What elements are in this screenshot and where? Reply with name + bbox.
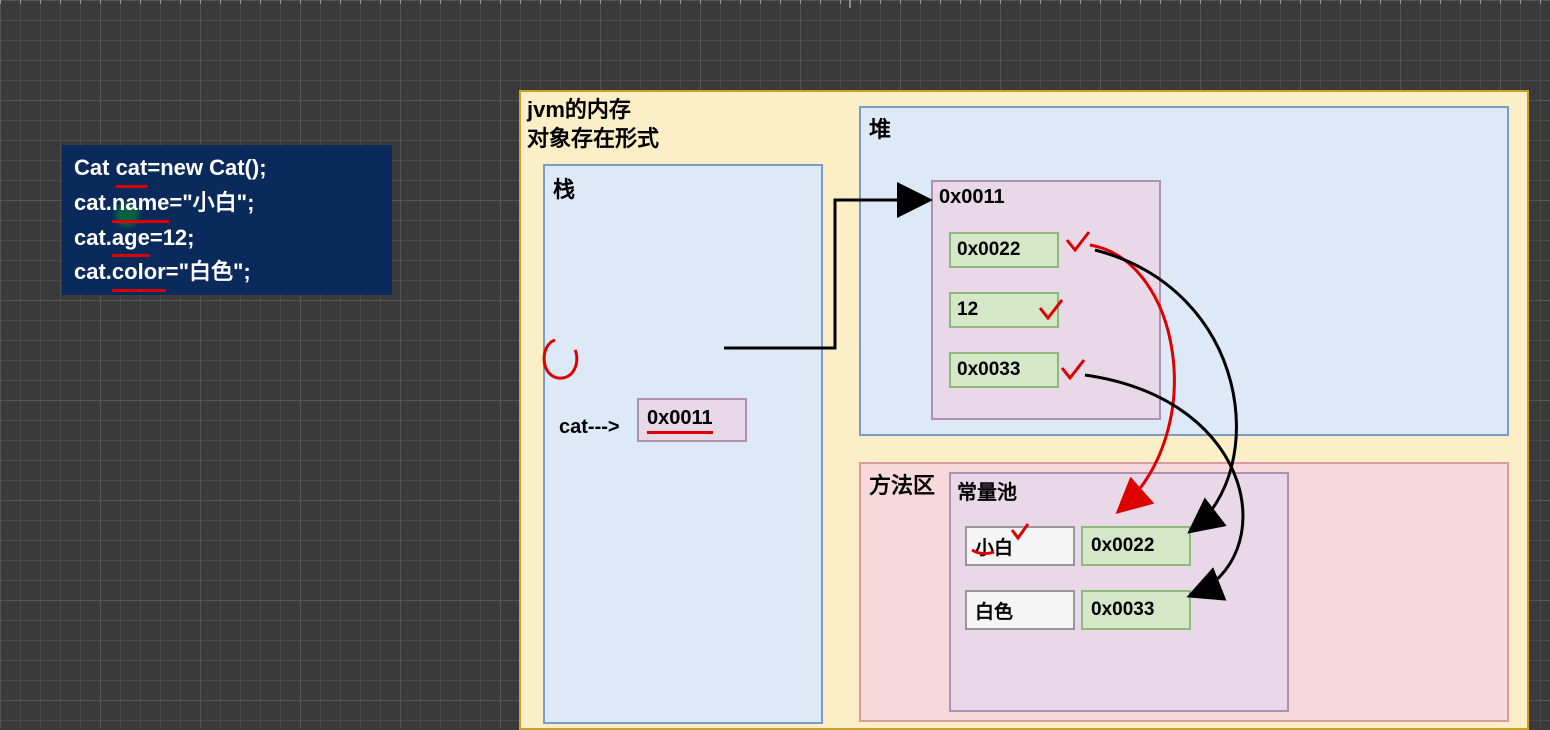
code-text-underlined: cat	[116, 153, 148, 188]
pool-addr-cell: 0x0033	[1081, 590, 1191, 630]
panel-title: jvm的内存 对象存在形式	[527, 96, 659, 153]
constant-pool-title: 常量池	[957, 476, 1017, 505]
code-line-3: cat.age=12;	[74, 223, 380, 258]
heap-title: 堆	[869, 112, 891, 144]
code-text: ="小白";	[169, 190, 254, 215]
code-text: =new Cat();	[147, 155, 266, 180]
heap-object-address: 0x0011	[939, 186, 1005, 209]
heap-field-name-addr: 0x0022	[949, 232, 1059, 268]
ruler-top	[0, 0, 1550, 4]
code-text: =12;	[150, 225, 195, 250]
pool-value-cell: 白色	[965, 590, 1075, 630]
pool-addr-cell: 0x0022	[1081, 526, 1191, 566]
code-text: cat.	[74, 225, 112, 250]
constant-pool-row: 白色 0x0033	[965, 590, 1191, 630]
code-line-1: Cat cat=new Cat();	[74, 153, 380, 188]
heap-box: 堆 0x0011 0x0022 12 0x0033	[859, 106, 1509, 436]
code-text-underlined: age	[112, 223, 150, 258]
panel-title-line: 对象存在形式	[527, 125, 659, 154]
code-text: ="白色";	[166, 259, 251, 284]
method-area-box: 方法区 常量池 小白 0x0022 白色 0x0033	[859, 462, 1509, 722]
pool-value: 小白	[975, 533, 1013, 560]
heap-object-box: 0x0011 0x0022 12 0x0033	[931, 180, 1161, 420]
stack-title: 栈	[553, 172, 575, 204]
method-area-title: 方法区	[869, 468, 935, 500]
stack-var-value-cell: 0x0011	[637, 398, 747, 442]
jvm-memory-panel: jvm的内存 对象存在形式 栈 cat---> 0x0011 堆 0x0011 …	[519, 90, 1529, 730]
panel-title-line: jvm的内存	[527, 96, 659, 125]
code-snippet: Cat cat=new Cat(); cat.name="小白"; cat.ag…	[62, 145, 392, 295]
code-text: Cat	[74, 155, 116, 180]
heap-field-color-addr: 0x0033	[949, 352, 1059, 388]
code-text-underlined: name	[112, 188, 169, 223]
pool-value-cell: 小白	[965, 526, 1075, 566]
stack-var-name: cat--->	[559, 416, 620, 439]
code-line-2: cat.name="小白";	[74, 188, 380, 223]
constant-pool-box: 常量池 小白 0x0022 白色 0x0033	[949, 472, 1289, 712]
stack-box: 栈 cat---> 0x0011	[543, 164, 823, 724]
code-text: cat.	[74, 259, 112, 284]
heap-field-age: 12	[949, 292, 1059, 328]
code-text: cat.	[74, 190, 112, 215]
code-line-4: cat.color="白色";	[74, 257, 380, 292]
constant-pool-row: 小白 0x0022	[965, 526, 1191, 566]
stack-var-value: 0x0011	[647, 407, 713, 434]
code-text-underlined: color	[112, 257, 166, 292]
